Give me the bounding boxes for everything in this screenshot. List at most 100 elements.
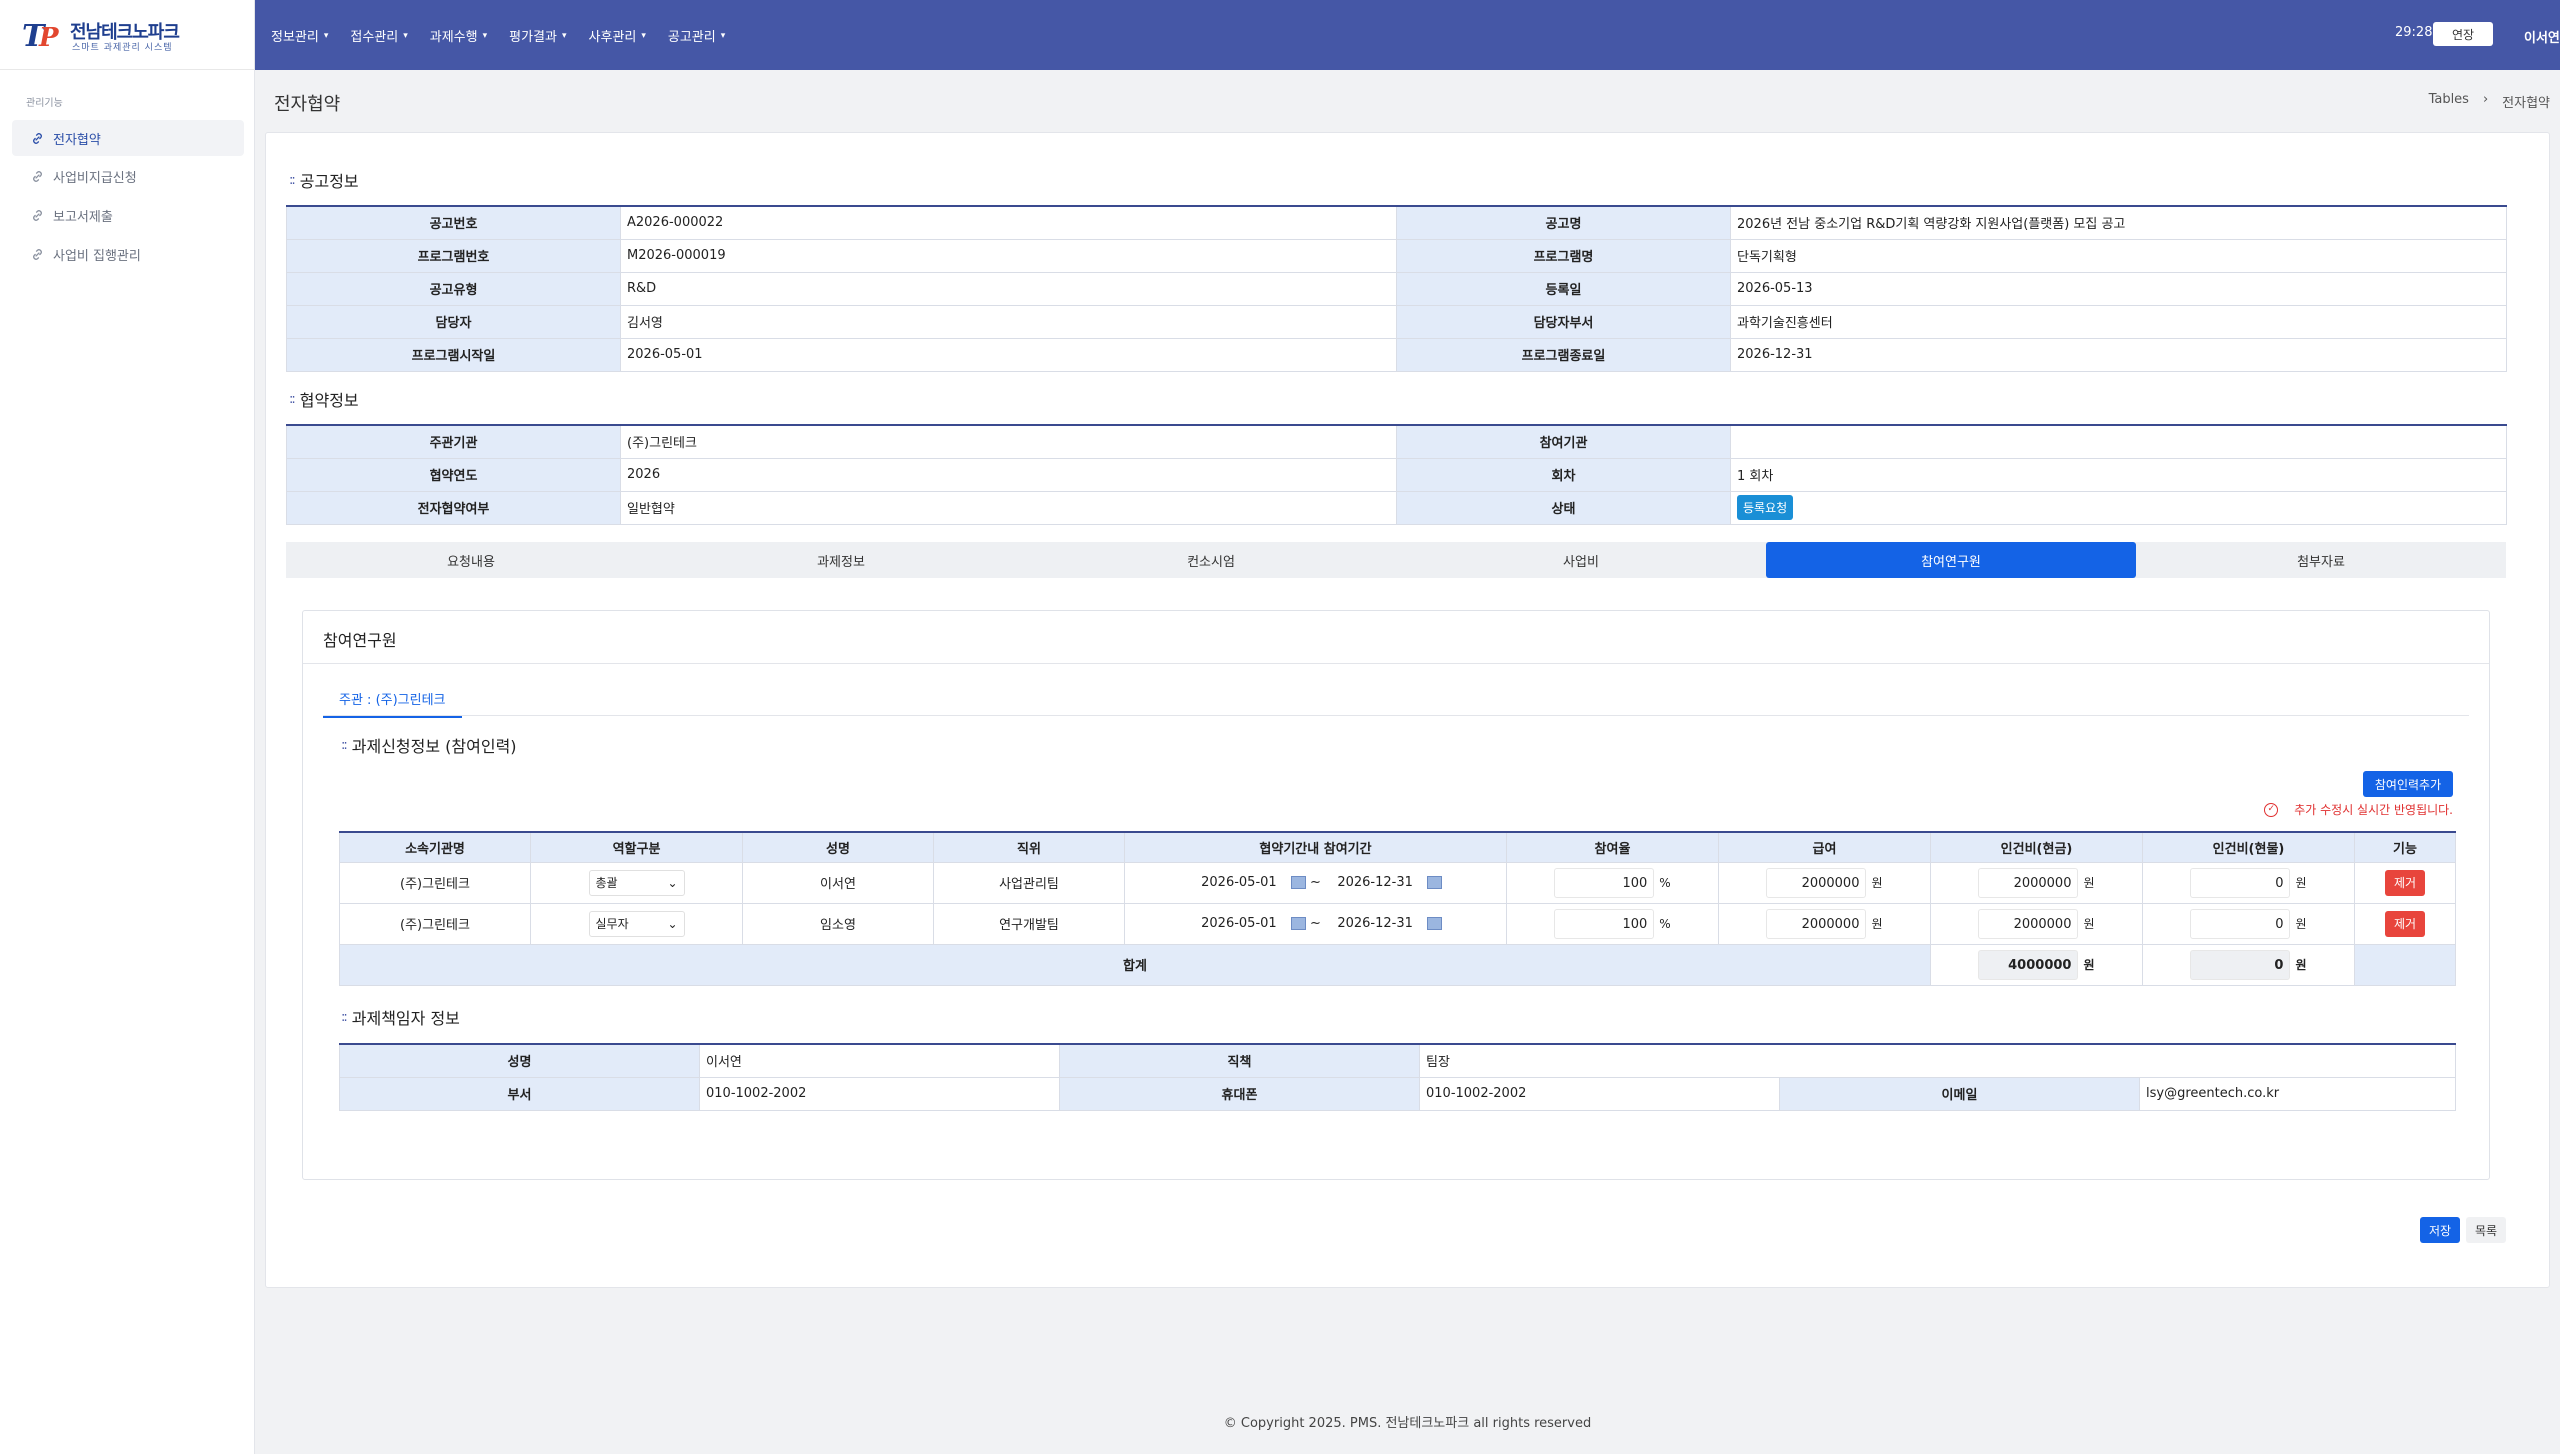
value-cell: 김서영 (620, 304, 1397, 339)
start-date-input[interactable]: 2026-05-01 (1189, 916, 1289, 931)
inkind-input[interactable]: 0 (2190, 908, 2291, 939)
divider (303, 663, 2489, 664)
menu-evaluation-result[interactable]: 평가결과 ▾ (509, 26, 566, 45)
unit-label: 원 (2083, 958, 2095, 972)
menu-label: 과제수행 (429, 30, 478, 45)
calendar-icon[interactable] (1427, 876, 1443, 889)
subtab-lead-org[interactable]: 주관 : (주)그린테크 (323, 689, 462, 718)
logo-subtitle: 스마트 과제관리 시스템 (72, 43, 173, 53)
table-header-row: 소속기관명 역할구분 성명 직위 협약기간내 참여기간 참여율 급여 인건비(현… (339, 831, 2456, 863)
chevron-down-icon: ▾ (323, 30, 329, 41)
range-separator: ~ (1310, 875, 1321, 890)
tab-researchers[interactable]: 참여연구원 (1766, 542, 2136, 578)
menu-info-management[interactable]: 정보관리 ▾ (271, 26, 328, 45)
label-cell: 프로그램종료일 (1396, 337, 1731, 372)
end-date-input[interactable]: 2026-12-31 (1325, 916, 1425, 931)
sidebar-item-label: 보고서제출 (53, 209, 113, 225)
page-title: 전자협약 (274, 94, 341, 115)
value-cell: 과학기술진흥센터 (1730, 304, 2507, 339)
tab-consortium[interactable]: 컨소시엄 (1026, 542, 1396, 578)
cash-input[interactable]: 2000000 (1978, 908, 2079, 939)
menu-label: 공고관리 (667, 30, 716, 45)
menu-notice-management[interactable]: 공고관리 ▾ (668, 26, 725, 45)
start-date-input[interactable]: 2026-05-01 (1189, 875, 1289, 890)
calendar-icon[interactable] (1427, 917, 1443, 930)
rate-input[interactable]: 100 (1554, 867, 1655, 898)
session-timer: 29:28 (2395, 25, 2433, 40)
value-cell: R&D (620, 271, 1397, 306)
inkind-cell: 0원 (2142, 861, 2355, 904)
agreement-info-heading: :: 협약정보 (289, 387, 359, 411)
sidebar-item-payment-request[interactable]: 사업비지급신청 (12, 158, 244, 194)
role-select[interactable]: 실무자 ⌄ (588, 910, 685, 937)
tab-task-info[interactable]: 과제정보 (656, 542, 1026, 578)
value-cell: 2026 (620, 457, 1397, 492)
rate-cell: 100% (1506, 861, 1719, 904)
chevron-down-icon: ▾ (403, 30, 408, 41)
tab-request[interactable]: 요청내용 (286, 542, 656, 578)
delete-button[interactable]: 제거 (2385, 869, 2425, 896)
value-cell: 010-1002-2002 (699, 1076, 1060, 1111)
sidebar-item-report-submit[interactable]: 보고서제출 (12, 197, 244, 233)
chevron-right-icon: › (2482, 92, 2489, 107)
label-cell: 담당자부서 (1396, 304, 1731, 339)
sidebar-item-e-contract[interactable]: 전자협약 (12, 120, 244, 156)
footer-copyright: © Copyright 2025. PMS. 전남테크노파크 all right… (1223, 1416, 1592, 1431)
add-personnel-button[interactable]: 참여인력추가 (2363, 771, 2453, 797)
inkind-input[interactable]: 0 (2190, 867, 2291, 898)
role-select[interactable]: 총괄 ⌄ (588, 869, 685, 896)
notice-info-heading: :: 공고정보 (289, 168, 359, 192)
calendar-icon[interactable] (1290, 917, 1306, 930)
value-cell: 단독기획형 (1730, 238, 2507, 273)
save-button[interactable]: 저장 (2420, 1217, 2460, 1243)
logo[interactable]: T P 전남테크노파크 스마트 과제관리 시스템 (0, 0, 254, 70)
breadcrumb-item[interactable]: Tables (2429, 92, 2469, 111)
panel-title: 참여연구원 (323, 631, 397, 650)
rate-input[interactable]: 100 (1554, 908, 1655, 939)
divider (323, 715, 2469, 716)
sidebar-item-expense-management[interactable]: 사업비 집행관리 (12, 236, 244, 272)
unit-label: 원 (2295, 917, 2307, 931)
list-button[interactable]: 목록 (2466, 1217, 2506, 1243)
salary-input[interactable]: 2000000 (1766, 908, 1867, 939)
label-cell: 공고명 (1396, 205, 1731, 240)
name-cell: 임소영 (742, 902, 934, 945)
label-cell: 프로그램시작일 (286, 337, 621, 372)
delete-button[interactable]: 제거 (2385, 910, 2425, 937)
menu-post-management[interactable]: 사후관리 ▾ (589, 26, 646, 45)
sum-label: 합계 (339, 943, 1931, 986)
position-cell: 사업관리팀 (933, 861, 1125, 904)
label-cell: 공고번호 (286, 205, 621, 240)
cash-input[interactable]: 2000000 (1978, 867, 2079, 898)
end-date-input[interactable]: 2026-12-31 (1325, 875, 1425, 890)
menu-task-execution[interactable]: 과제수행 ▾ (430, 26, 487, 45)
value-cell: 2026-05-13 (1730, 271, 2507, 306)
tab-attachments[interactable]: 첨부자료 (2136, 542, 2506, 578)
unit-label: 원 (1871, 917, 1883, 931)
value-cell: (주)그린테크 (620, 424, 1397, 459)
chevron-down-icon: ⌄ (667, 875, 678, 890)
column-header: 역할구분 (530, 831, 743, 863)
label-cell: 프로그램명 (1396, 238, 1731, 273)
logo-mark-icon: T P (22, 19, 60, 54)
user-name[interactable]: 이서연 (2524, 27, 2560, 46)
value-cell: 팀장 (1418, 1043, 2457, 1078)
salary-input[interactable]: 2000000 (1766, 867, 1867, 898)
cash-cell: 2000000 원 (1930, 861, 2143, 904)
value-cell: A2026-000022 (620, 205, 1397, 240)
tab-budget[interactable]: 사업비 (1396, 542, 1766, 578)
name-cell: 이서연 (742, 861, 934, 904)
section-title: 과제책임자 정보 (351, 1009, 460, 1028)
svg-text:P: P (38, 23, 60, 53)
action-cell: 제거 (2354, 902, 2456, 945)
cash-cell: 2000000 원 (1930, 902, 2143, 945)
unit-label: 원 (2083, 876, 2095, 890)
calendar-icon[interactable] (1290, 876, 1306, 889)
pi-info-table: 성명 이서연 직책 팀장 부서 010-1002-2002 휴대폰 010-10… (339, 1043, 2457, 1111)
extend-session-button[interactable]: 연장 (2433, 22, 2493, 46)
unit-label: 원 (2083, 917, 2095, 931)
unit-label: % (1659, 875, 1671, 890)
value-cell: 등록요청 (1730, 490, 2507, 525)
menu-label: 평가결과 (509, 30, 557, 45)
menu-intake-management[interactable]: 접수관리 ▾ (350, 26, 407, 45)
